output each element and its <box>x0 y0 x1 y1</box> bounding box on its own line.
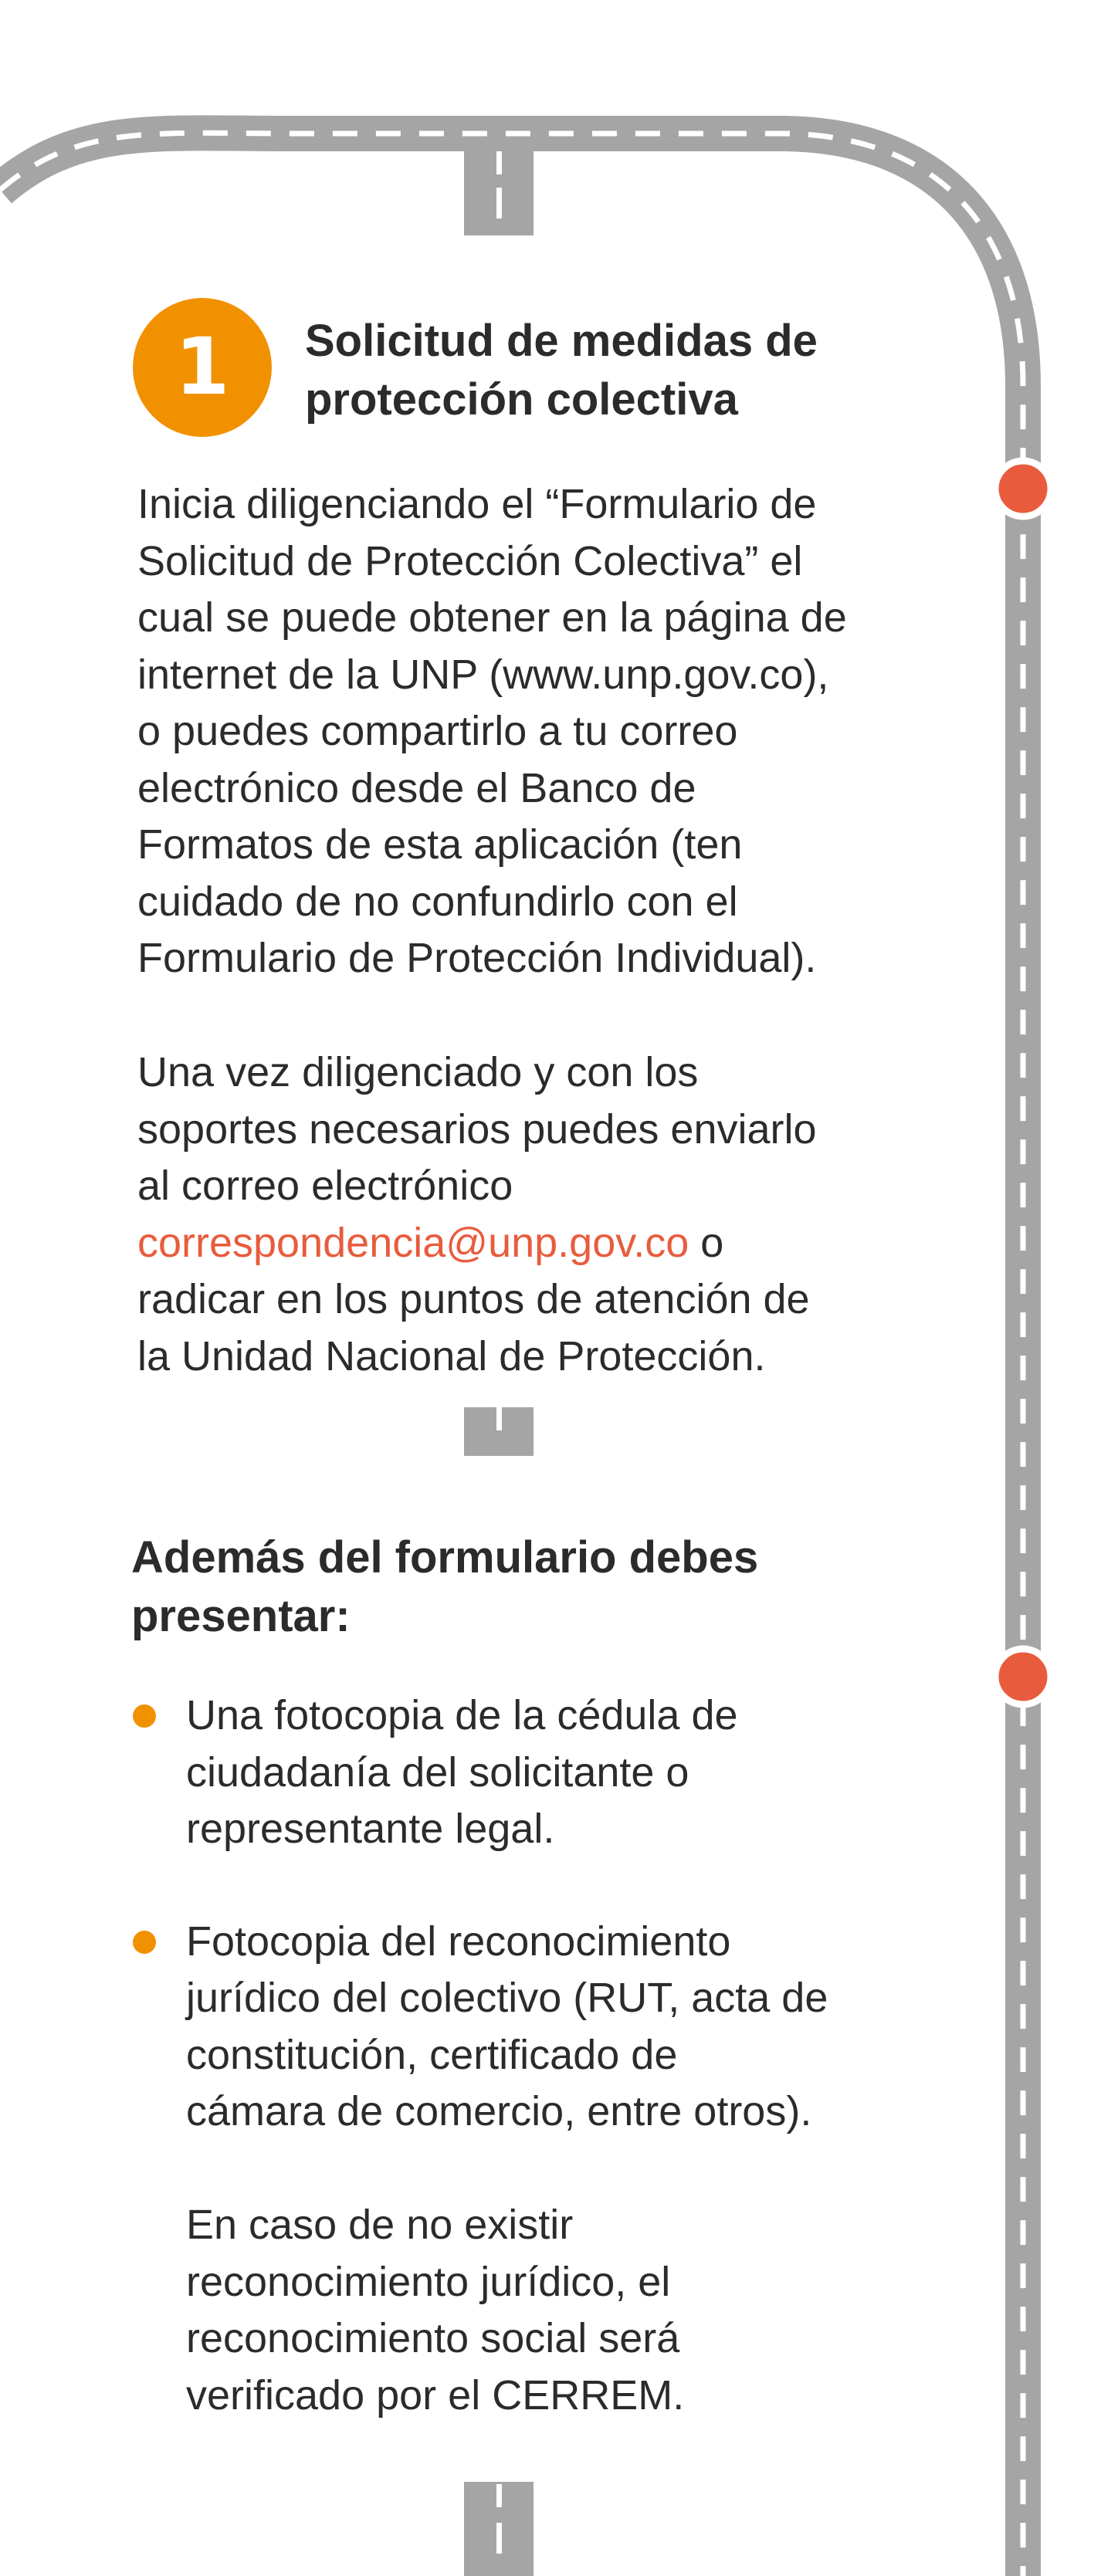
road-marker <box>991 1645 1055 1708</box>
submission-line: al correo electrónico <box>137 1163 513 1209</box>
list-item-line: Una fotocopia de la cédula de <box>186 1692 738 1738</box>
requirements-title-line: Además del formulario debes <box>131 1532 759 1582</box>
intro-line: Formatos de esta aplicación (ten <box>137 821 743 868</box>
intro-line: cuidado de no confundirlo con el <box>137 878 738 925</box>
list-item-line: cámara de comercio, entre otros). <box>186 2088 812 2134</box>
submission-line: Una vez diligenciado y con los <box>137 1049 699 1095</box>
list-item-line: Fotocopia del reconocimiento <box>186 1918 731 1965</box>
submission-line: la Unidad Nacional de Protección. <box>137 1332 766 1379</box>
intro-line: o puedes compartirlo a tu correo <box>137 708 738 754</box>
email-link[interactable]: correspondencia@unp.gov.co <box>137 1220 689 1266</box>
submission-connector: o <box>689 1219 724 1266</box>
note-line: En caso de no existir <box>186 2202 574 2248</box>
intro-paragraph: Inicia diligenciando el “Formulario de S… <box>137 476 917 987</box>
bullet-icon <box>133 1704 156 1728</box>
list-item-line: ciudadanía del solicitante o <box>186 1748 689 1796</box>
intro-line: Solicitud de Protección Colectiva” el <box>137 537 803 584</box>
intro-line: internet de la UNP (www.unp.gov.co), <box>137 651 829 698</box>
note-line: reconocimiento jurídico, el <box>186 2258 671 2305</box>
requirements-title-line: presentar: <box>131 1591 351 1641</box>
note-line: verificado por el CERREM. <box>186 2371 685 2419</box>
list-item-line: constitución, certificado de <box>186 2031 678 2078</box>
submission-line: soportes necesarios puedes enviarlo <box>137 1105 817 1153</box>
road-divider-marking <box>496 1407 502 1430</box>
step-title-line: protección colectiva <box>305 374 738 425</box>
step-number-badge: 1 <box>133 298 272 437</box>
intro-line: Inicia diligenciando el “Formulario de <box>137 481 817 527</box>
intro-line: cual se puede obtener en la página de <box>137 594 847 641</box>
step-title: Solicitud de medidas de protección colec… <box>305 312 923 429</box>
step-title-line: Solicitud de medidas de <box>305 316 818 366</box>
road-stub-top-marking <box>496 188 502 218</box>
road-marker <box>991 457 1055 520</box>
requirements-list: Una fotocopia de la cédula de ciudadanía… <box>131 1687 927 2424</box>
list-item-line: representante legal. <box>186 1806 555 1852</box>
list-item-note: En caso de no existir reconocimiento jur… <box>186 2197 927 2424</box>
list-item: Una fotocopia de la cédula de ciudadanía… <box>131 1687 927 1858</box>
requirements-title: Además del formulario debes presentar: <box>131 1528 903 1646</box>
intro-line: Formulario de Protección Individual). <box>137 935 817 981</box>
bullet-icon <box>133 1930 156 1954</box>
list-item: Fotocopia del reconocimiento jurídico de… <box>131 1914 927 2425</box>
submission-paragraph: Una vez diligenciado y con los soportes … <box>137 1044 917 1385</box>
road-stub-bottom-marking <box>496 2523 502 2554</box>
road-stub-bottom-marking <box>496 2484 502 2507</box>
note-line: reconocimiento social será <box>186 2315 680 2361</box>
submission-line: radicar en los puntos de atención de <box>137 1276 810 1322</box>
list-item-line: jurídico del colectivo (RUT, acta de <box>186 1975 828 2021</box>
road-stub-top-marking <box>496 151 502 174</box>
intro-line: electrónico desde el Banco de <box>137 764 696 811</box>
